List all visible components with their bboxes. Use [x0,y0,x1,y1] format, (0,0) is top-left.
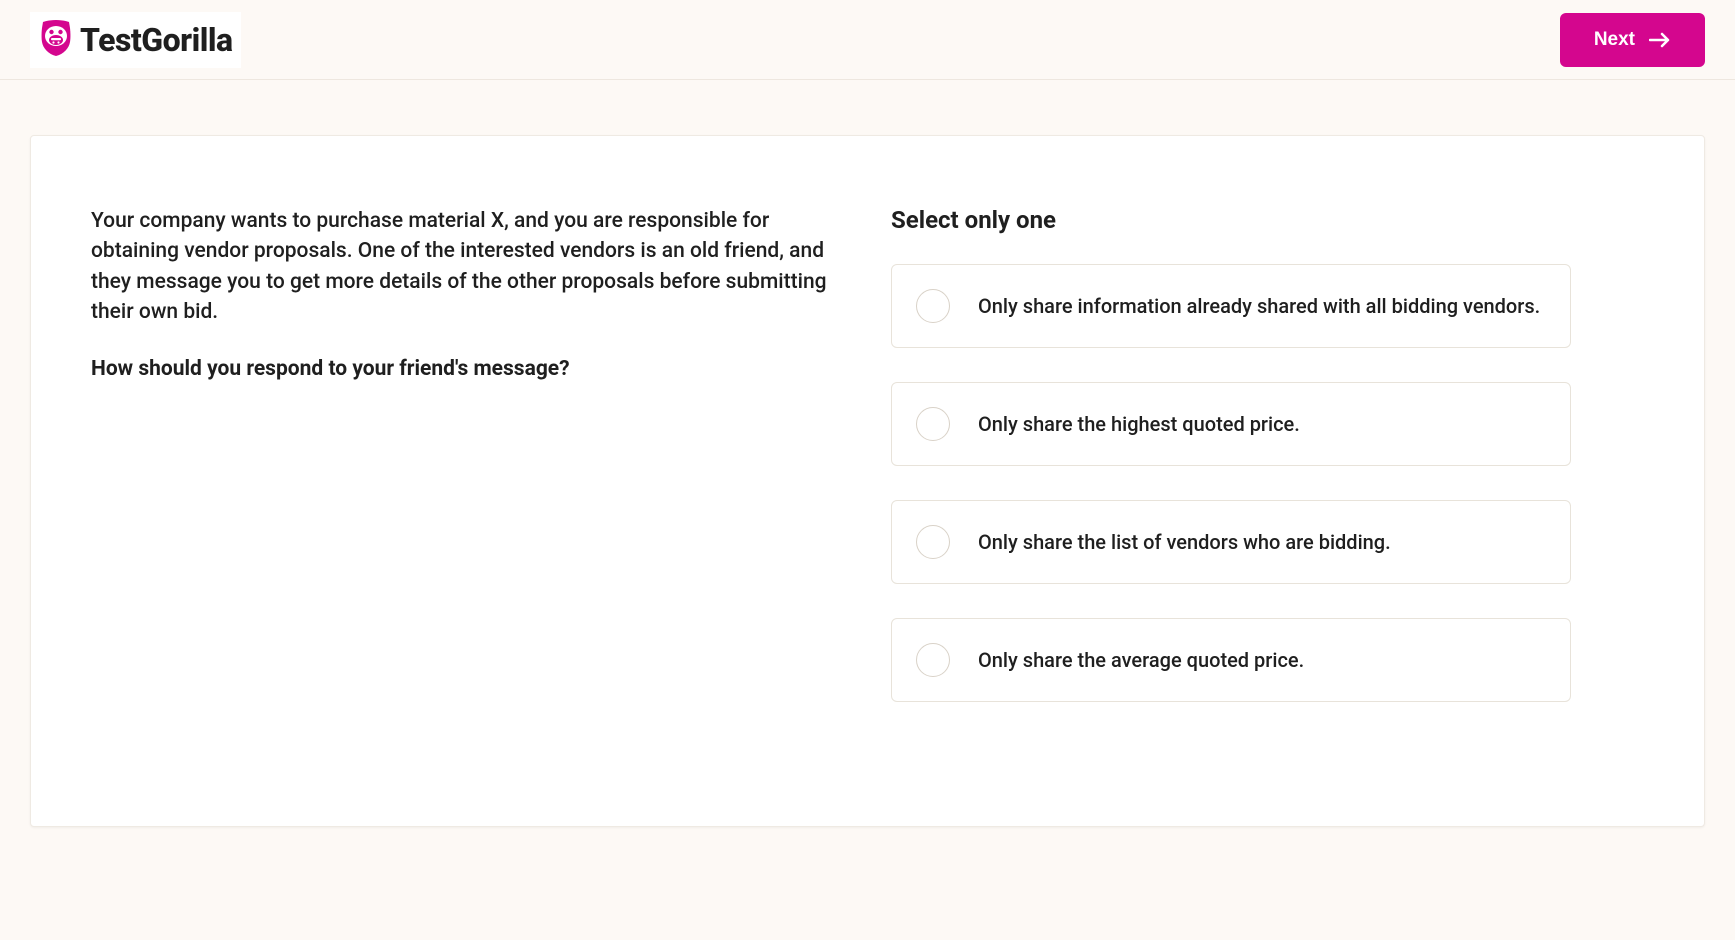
arrow-right-icon [1649,32,1671,48]
brand-logo: TestGorilla [30,12,241,68]
answers-instruction: Select only one [891,206,1571,234]
answer-option-3[interactable]: Only share the average quoted price. [891,618,1571,702]
answer-label: Only share the highest quoted price. [978,410,1300,438]
radio-icon [916,643,950,677]
answer-label: Only share the list of vendors who are b… [978,528,1391,556]
question-card: Your company wants to purchase material … [30,135,1705,827]
radio-icon [916,525,950,559]
radio-icon [916,289,950,323]
answer-option-1[interactable]: Only share the highest quoted price. [891,382,1571,466]
next-button[interactable]: Next [1560,13,1705,67]
brand-name: TestGorilla [80,21,233,59]
gorilla-icon [38,18,74,62]
answer-option-2[interactable]: Only share the list of vendors who are b… [891,500,1571,584]
radio-icon [916,407,950,441]
question-column: Your company wants to purchase material … [91,206,831,736]
answers-column: Select only one Only share information a… [891,206,1571,736]
question-scenario: Your company wants to purchase material … [91,206,831,328]
question-prompt: How should you respond to your friend's … [91,354,831,384]
next-button-label: Next [1594,29,1635,51]
header-bar: TestGorilla Next [0,0,1735,80]
answer-option-0[interactable]: Only share information already shared wi… [891,264,1571,348]
answer-label: Only share information already shared wi… [978,292,1540,320]
answer-label: Only share the average quoted price. [978,646,1304,674]
